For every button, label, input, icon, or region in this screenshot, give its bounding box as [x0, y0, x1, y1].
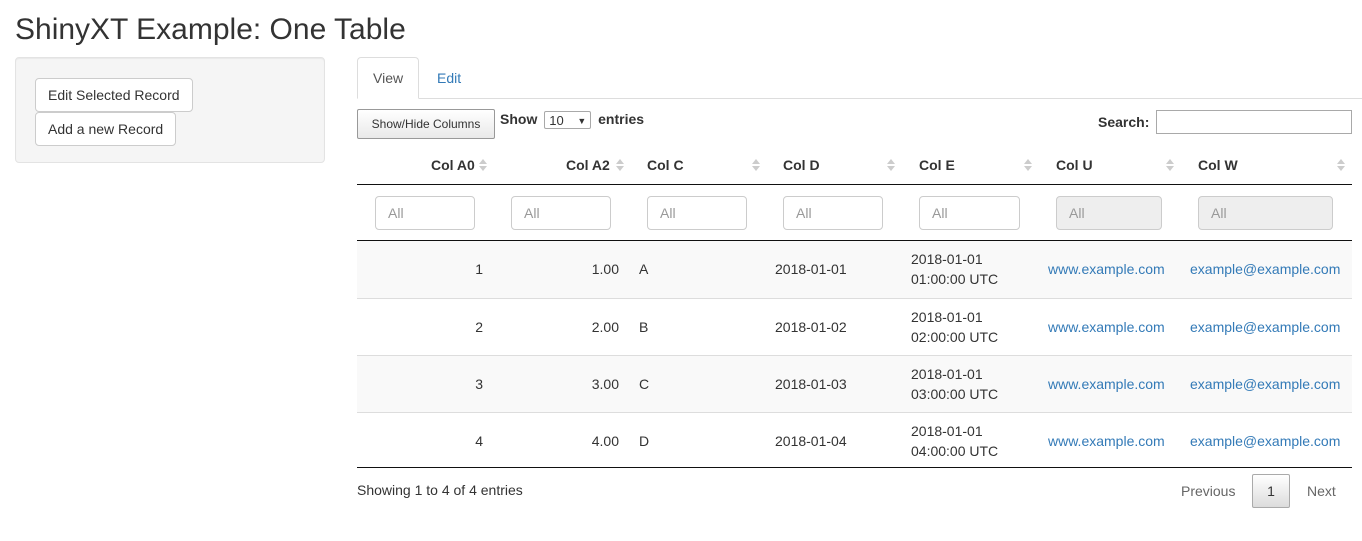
entries-select-value: 10 [549, 113, 564, 129]
entries-select[interactable]: 10 ▼ [544, 111, 592, 130]
column-header-col-u[interactable]: Col U [1056, 147, 1093, 184]
cell-col-e-date: 2018-01-01 [911, 251, 983, 267]
cell-col-a2: 3.00 [591, 376, 619, 392]
sort-icon[interactable] [1337, 147, 1347, 184]
show-label: Show [500, 111, 538, 127]
sort-icon[interactable] [479, 147, 489, 184]
cell-col-e-time: 04:00:00 UTC [911, 443, 999, 459]
table-row[interactable]: 1 1.00 A 2018-01-01 2018-01-01 01:00:00 … [357, 241, 1352, 298]
filter-input-col-e[interactable]: All [919, 196, 1020, 230]
cell-col-a0: 2 [475, 319, 483, 335]
search-label: Search: [1098, 114, 1150, 130]
cell-col-w-link[interactable]: example@example.com [1190, 241, 1340, 297]
cell-col-e: 2018-01-01 04:00:00 UTC [911, 413, 998, 469]
chevron-down-icon: ▼ [577, 116, 587, 127]
cell-col-e: 2018-01-01 01:00:00 UTC [911, 241, 998, 297]
sort-icon[interactable] [1166, 147, 1176, 184]
table-row[interactable]: 4 4.00 D 2018-01-04 2018-01-01 04:00:00 … [357, 412, 1352, 469]
cell-col-d: 2018-01-02 [775, 319, 847, 335]
cell-col-d: 2018-01-03 [775, 376, 847, 392]
column-header-col-a0[interactable]: Col A0 [431, 147, 475, 184]
cell-col-d: 2018-01-01 [775, 261, 847, 277]
cell-col-e-date: 2018-01-01 [911, 366, 983, 382]
cell-col-w-link[interactable]: example@example.com [1190, 299, 1340, 355]
cell-col-e: 2018-01-01 03:00:00 UTC [911, 356, 998, 412]
cell-col-c: A [639, 261, 649, 277]
page-title: ShinyXT Example: One Table [15, 13, 406, 46]
cell-col-c: D [639, 433, 650, 449]
cell-col-w-link[interactable]: example@example.com [1190, 413, 1340, 469]
filter-input-col-a0[interactable]: All [375, 196, 475, 230]
filter-input-col-d[interactable]: All [783, 196, 883, 230]
table-row[interactable]: 3 3.00 C 2018-01-03 2018-01-01 03:00:00 … [357, 355, 1352, 412]
show-hide-columns-button[interactable]: Show/Hide Columns [357, 109, 495, 139]
filter-input-col-u: All [1056, 196, 1162, 230]
cell-col-u-link[interactable]: www.example.com [1048, 356, 1165, 412]
pagination-previous-button[interactable]: Previous [1181, 474, 1235, 508]
cell-col-c: B [639, 319, 649, 335]
pagination-page-button[interactable]: 1 [1252, 474, 1290, 508]
column-header-col-e[interactable]: Col E [919, 147, 955, 184]
cell-col-u-link[interactable]: www.example.com [1048, 413, 1165, 469]
entries-label: entries [598, 111, 645, 127]
table-row[interactable]: 2 2.00 B 2018-01-02 2018-01-01 02:00:00 … [357, 298, 1352, 355]
cell-col-e: 2018-01-01 02:00:00 UTC [911, 299, 998, 355]
cell-col-e-date: 2018-01-01 [911, 309, 983, 325]
edit-selected-record-button[interactable]: Edit Selected Record [35, 78, 193, 112]
cell-col-a2: 2.00 [591, 319, 619, 335]
cell-col-a0: 3 [475, 376, 483, 392]
table-info: Showing 1 to 4 of 4 entries [357, 482, 523, 498]
search-input[interactable] [1156, 110, 1352, 134]
cell-col-a2: 1.00 [591, 261, 619, 277]
cell-col-u-link[interactable]: www.example.com [1048, 241, 1165, 297]
cell-col-w-link[interactable]: example@example.com [1190, 356, 1340, 412]
cell-col-e-date: 2018-01-01 [911, 423, 983, 439]
sort-icon[interactable] [1024, 147, 1034, 184]
tab-edit[interactable]: Edit [421, 57, 477, 99]
cell-col-u-link[interactable]: www.example.com [1048, 299, 1165, 355]
tab-bar: View Edit [357, 57, 1362, 99]
sidebar-panel: Edit Selected Record Add a new Record [15, 57, 325, 163]
sort-icon[interactable] [616, 147, 626, 184]
cell-col-a0: 1 [475, 261, 483, 277]
column-header-col-d[interactable]: Col D [783, 147, 820, 184]
sort-icon[interactable] [887, 147, 897, 184]
filter-input-col-w: All [1198, 196, 1333, 230]
add-new-record-button[interactable]: Add a new Record [35, 112, 177, 146]
filter-row: All All All All All All All [357, 185, 1352, 241]
cell-col-d: 2018-01-04 [775, 433, 847, 449]
cell-col-e-time: 01:00:00 UTC [911, 271, 999, 287]
cell-col-a0: 4 [475, 433, 483, 449]
sort-icon[interactable] [752, 147, 762, 184]
filter-input-col-a2[interactable]: All [511, 196, 611, 230]
cell-col-c: C [639, 376, 650, 392]
cell-col-e-time: 03:00:00 UTC [911, 386, 999, 402]
column-header-col-a2[interactable]: Col A2 [566, 147, 610, 184]
column-header-col-w[interactable]: Col W [1198, 147, 1238, 184]
filter-input-col-c[interactable]: All [647, 196, 747, 230]
pagination-next-button[interactable]: Next [1307, 474, 1336, 508]
column-header-col-c[interactable]: Col C [647, 147, 684, 184]
table-header-row: Col A0 Col A2 Col C Col D Col E Col U Co… [357, 147, 1352, 185]
cell-col-a2: 4.00 [591, 433, 619, 449]
table-bottom-border [357, 467, 1352, 468]
page-length-control: Show 10 ▼ entries [500, 111, 645, 130]
tab-view[interactable]: View [357, 57, 419, 99]
cell-col-e-time: 02:00:00 UTC [911, 329, 999, 345]
